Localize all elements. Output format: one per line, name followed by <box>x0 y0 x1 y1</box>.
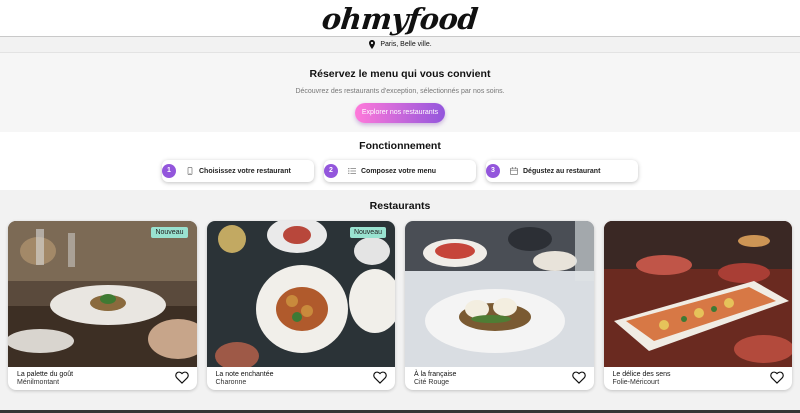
location-text: Paris, Belle ville. <box>380 41 432 48</box>
step-number: 3 <box>486 164 500 178</box>
restaurant-area: Charonne <box>215 379 247 386</box>
hero-title: Réservez le menu qui vous convient <box>309 68 491 80</box>
restaurant-card[interactable]: La palette du goût Ménilmontant Nouveau <box>8 221 197 390</box>
heart-icon[interactable] <box>571 371 586 384</box>
restaurant-info: À la française Cité Rouge <box>405 367 594 390</box>
hero-subtitle: Découvrez des restaurants d'exception, s… <box>295 88 505 95</box>
heart-icon[interactable] <box>174 371 189 384</box>
restaurants-title: Restaurants <box>369 200 431 212</box>
new-badge: Nouveau <box>151 227 188 238</box>
restaurant-card[interactable]: Le délice des sens Folie-Méricourt <box>603 221 793 390</box>
restaurant-photo <box>405 221 594 367</box>
restaurant-photo <box>603 221 792 367</box>
restaurant-area: Folie-Méricourt <box>612 379 660 386</box>
calendar-icon <box>510 167 518 175</box>
restaurant-area: Ménilmontant <box>17 379 60 386</box>
site-header: ohmyfood <box>0 0 800 36</box>
step-label: Composez votre menu <box>361 167 437 175</box>
step-enjoy-restaurant: 3 Dégustez au restaurant <box>486 160 638 182</box>
steps-list: 1 Choisissez votre restaurant 2 Composez… <box>0 160 800 182</box>
restaurant-card[interactable]: La note enchantée Charonne Nouveau <box>206 221 396 390</box>
restaurant-name: La palette du goût <box>17 371 74 378</box>
restaurant-name: La note enchantée <box>215 371 274 378</box>
ohmyfood-logo[interactable]: ohmyfood <box>321 2 480 36</box>
heart-icon[interactable] <box>770 371 784 384</box>
how-it-works-title: Fonctionnement <box>359 140 441 152</box>
step-number: 1 <box>162 164 176 178</box>
restaurant-area: Cité Rouge <box>414 379 450 386</box>
restaurant-info: La note enchantée Charonne <box>207 367 396 390</box>
restaurant-info: Le délice des sens Folie-Méricourt <box>604 367 793 390</box>
restaurant-name: Le délice des sens <box>612 371 671 378</box>
hero-section: Réservez le menu qui vous convient Décou… <box>0 53 800 132</box>
restaurants-section: Restaurants La palette du goût Ménilmont… <box>0 190 800 413</box>
explore-restaurants-button[interactable]: Explorer nos restaurants <box>355 103 445 123</box>
map-pin-icon <box>369 40 376 49</box>
restaurant-name: À la française <box>414 371 457 378</box>
new-badge: Nouveau <box>349 227 386 238</box>
location-bar: Paris, Belle ville. <box>0 36 800 53</box>
step-compose-menu: 2 Composez votre menu <box>324 160 476 182</box>
heart-icon[interactable] <box>373 371 387 384</box>
restaurant-card[interactable]: À la française Cité Rouge <box>405 221 594 390</box>
restaurant-photo <box>206 221 395 367</box>
restaurant-photo <box>8 221 197 367</box>
how-it-works-section: Fonctionnement 1 Choisissez votre restau… <box>0 132 800 190</box>
step-number: 2 <box>324 164 338 178</box>
restaurant-cards: La palette du goût Ménilmontant Nouveau <box>0 221 800 390</box>
list-icon <box>348 167 356 175</box>
mobile-phone-icon <box>187 167 193 175</box>
restaurant-info: La palette du goût Ménilmontant <box>8 367 197 390</box>
step-label: Choisissez votre restaurant <box>199 167 291 175</box>
step-label: Dégustez au restaurant <box>523 167 601 175</box>
step-choose-restaurant: 1 Choisissez votre restaurant <box>162 160 314 182</box>
